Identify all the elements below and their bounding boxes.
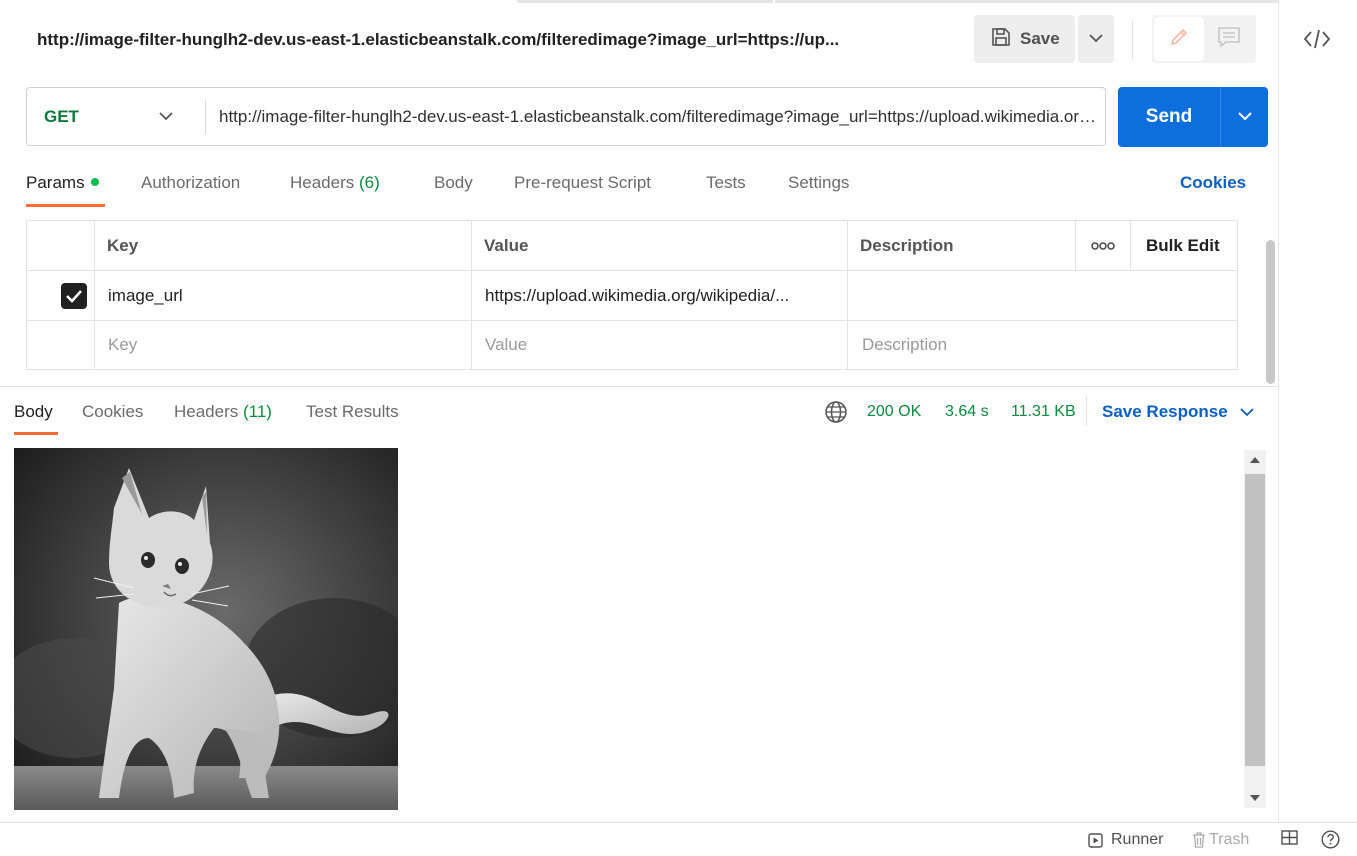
scroll-up-arrow[interactable] <box>1244 450 1266 470</box>
save-label: Save <box>1020 29 1060 48</box>
param-value[interactable]: https://upload.wikimedia.org/wikipedia/.… <box>485 271 841 320</box>
right-sidebar <box>1278 0 1357 822</box>
comment-mode-button[interactable] <box>1204 17 1254 61</box>
trash-button[interactable]: Trash <box>1192 830 1249 850</box>
table-row-empty: Key Value Description <box>27 321 1237 369</box>
pencil-icon <box>1168 26 1190 53</box>
column-header-key: Key <box>107 235 139 255</box>
trash-icon <box>1192 832 1206 848</box>
response-tab-headers-label: Headers <box>174 402 239 421</box>
help-icon[interactable] <box>1321 830 1340 849</box>
save-response-label: Save Response <box>1102 402 1228 421</box>
response-headers-count: (11) <box>243 402 272 421</box>
active-response-tab-underline <box>14 432 58 435</box>
tab-params[interactable]: Params <box>26 170 99 198</box>
request-bar: GET http://image-filter-hunglh2-dev.us-e… <box>26 87 1106 146</box>
status-bar: Runner Trash <box>0 822 1357 856</box>
pane-divider[interactable] <box>0 386 1278 387</box>
method-label: GET <box>44 106 79 126</box>
tab-prerequest-script[interactable]: Pre-request Script <box>514 170 651 198</box>
chevron-down-icon <box>1089 30 1103 48</box>
view-mode-toggle <box>1152 15 1256 63</box>
key-input[interactable]: Key <box>108 321 137 369</box>
send-button[interactable]: Send <box>1118 87 1268 147</box>
response-size[interactable]: 11.31 KB <box>1011 400 1076 424</box>
method-divider <box>205 100 206 134</box>
tab-edge-inactive <box>775 0 1278 3</box>
tab-edge-active <box>517 0 773 3</box>
response-tab-test-results[interactable]: Test Results <box>306 400 399 424</box>
tab-settings[interactable]: Settings <box>788 170 849 198</box>
app-window: http://image-filter-hunglh2-dev.us-east-… <box>0 0 1357 856</box>
chevron-down-icon <box>1240 402 1255 421</box>
params-indicator-dot <box>90 177 99 186</box>
code-icon[interactable] <box>1303 26 1331 52</box>
table-header-row: Key Value Description Bulk Edit <box>27 221 1237 271</box>
table-row: image_url https://upload.wikimedia.org/w… <box>27 271 1237 321</box>
check-icon <box>61 282 87 309</box>
meta-divider <box>1086 396 1087 426</box>
column-header-description: Description <box>860 235 954 255</box>
response-tab-body[interactable]: Body <box>14 400 53 424</box>
chevron-down-icon <box>1237 108 1252 126</box>
send-options-button[interactable] <box>1221 87 1268 147</box>
response-time[interactable]: 3.64 s <box>945 400 989 424</box>
save-button[interactable]: Save <box>974 15 1075 63</box>
tab-strip-edge <box>0 0 1278 3</box>
column-header-value: Value <box>484 235 529 255</box>
comment-icon <box>1217 26 1241 53</box>
description-input[interactable]: Description <box>862 321 947 369</box>
edit-mode-button[interactable] <box>1154 17 1204 61</box>
globe-icon[interactable] <box>824 400 848 424</box>
chevron-down-icon <box>159 108 173 126</box>
more-icon[interactable] <box>1091 221 1115 270</box>
response-scrollbar[interactable] <box>1244 450 1266 808</box>
scroll-down-arrow[interactable] <box>1244 788 1266 808</box>
tab-headers-label: Headers <box>290 173 355 192</box>
active-tab-underline <box>26 204 105 207</box>
layout-icon[interactable] <box>1281 830 1298 845</box>
status-code[interactable]: 200 OK <box>867 400 921 424</box>
tab-authorization[interactable]: Authorization <box>141 170 240 198</box>
params-table: Key Value Description Bulk Edit image_ur… <box>26 220 1238 370</box>
runner-label: Runner <box>1111 831 1164 848</box>
tab-headers[interactable]: Headers (6) <box>290 170 380 198</box>
param-key[interactable]: image_url <box>108 271 183 320</box>
save-options-button[interactable] <box>1078 15 1114 63</box>
send-label: Send <box>1145 106 1193 127</box>
method-select[interactable]: GET <box>27 88 205 145</box>
tab-headers-count: (6) <box>359 173 380 192</box>
tab-tests[interactable]: Tests <box>706 170 746 198</box>
request-title[interactable]: http://image-filter-hunglh2-dev.us-east-… <box>37 28 937 52</box>
cookies-link[interactable]: Cookies <box>1180 170 1246 196</box>
response-image-preview <box>14 448 398 810</box>
response-tab-headers[interactable]: Headers (11) <box>174 400 272 424</box>
tab-body[interactable]: Body <box>434 170 473 198</box>
scrollbar-thumb[interactable] <box>1245 474 1265 766</box>
save-icon <box>990 26 1012 53</box>
value-input[interactable]: Value <box>485 321 527 369</box>
save-response-button[interactable]: Save Response <box>1102 400 1255 424</box>
url-input[interactable]: http://image-filter-hunglh2-dev.us-east-… <box>219 88 1099 145</box>
runner-icon <box>1088 832 1103 848</box>
toolbar-divider <box>1132 20 1133 60</box>
bulk-edit-button[interactable]: Bulk Edit <box>1146 221 1220 270</box>
runner-button[interactable]: Runner <box>1088 830 1163 850</box>
request-pane-scrollbar[interactable] <box>1266 240 1275 384</box>
tab-params-label: Params <box>26 173 85 192</box>
trash-label: Trash <box>1209 831 1250 848</box>
row-checkbox[interactable] <box>61 271 87 320</box>
response-tab-cookies[interactable]: Cookies <box>82 400 143 424</box>
